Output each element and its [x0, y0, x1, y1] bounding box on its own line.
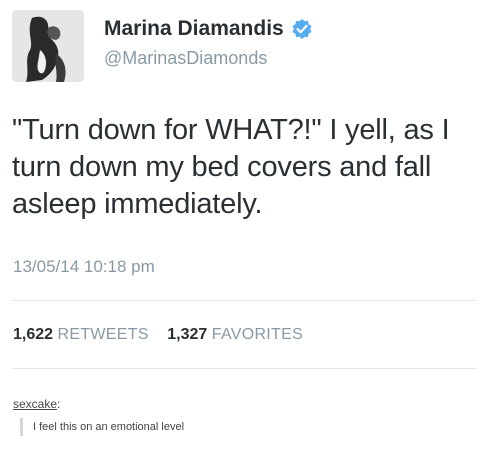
tweet-stats: 1,622 RETWEETS 1,327 FAVORITES [13, 326, 317, 344]
display-name[interactable]: Marina Diamandis [104, 17, 313, 41]
divider [12, 368, 476, 369]
reblogger-separator: : [57, 397, 61, 411]
retweets-stat[interactable]: 1,622 RETWEETS [13, 326, 153, 343]
tweet-timestamp[interactable]: 13/05/14 10:18 pm [13, 257, 155, 277]
reblogger-link[interactable]: sexcake [13, 397, 57, 411]
retweets-label: RETWEETS [57, 326, 149, 343]
divider [12, 300, 476, 301]
profile-photo [12, 10, 84, 82]
display-name-text[interactable]: Marina Diamandis [104, 17, 284, 41]
favorites-count: 1,327 [167, 326, 208, 343]
reblog-comment: I feel this on an emotional level [20, 418, 184, 436]
user-handle[interactable]: @MarinasDiamonds [104, 48, 267, 69]
favorites-label: FAVORITES [211, 326, 304, 343]
verified-badge-icon [291, 18, 313, 40]
reblog-attribution: sexcake: [13, 397, 60, 411]
retweets-count: 1,622 [13, 326, 54, 343]
favorites-stat[interactable]: 1,327 FAVORITES [167, 326, 303, 343]
avatar[interactable] [12, 10, 84, 82]
tweet-text: "Turn down for WHAT?!" I yell, as I turn… [12, 114, 450, 220]
